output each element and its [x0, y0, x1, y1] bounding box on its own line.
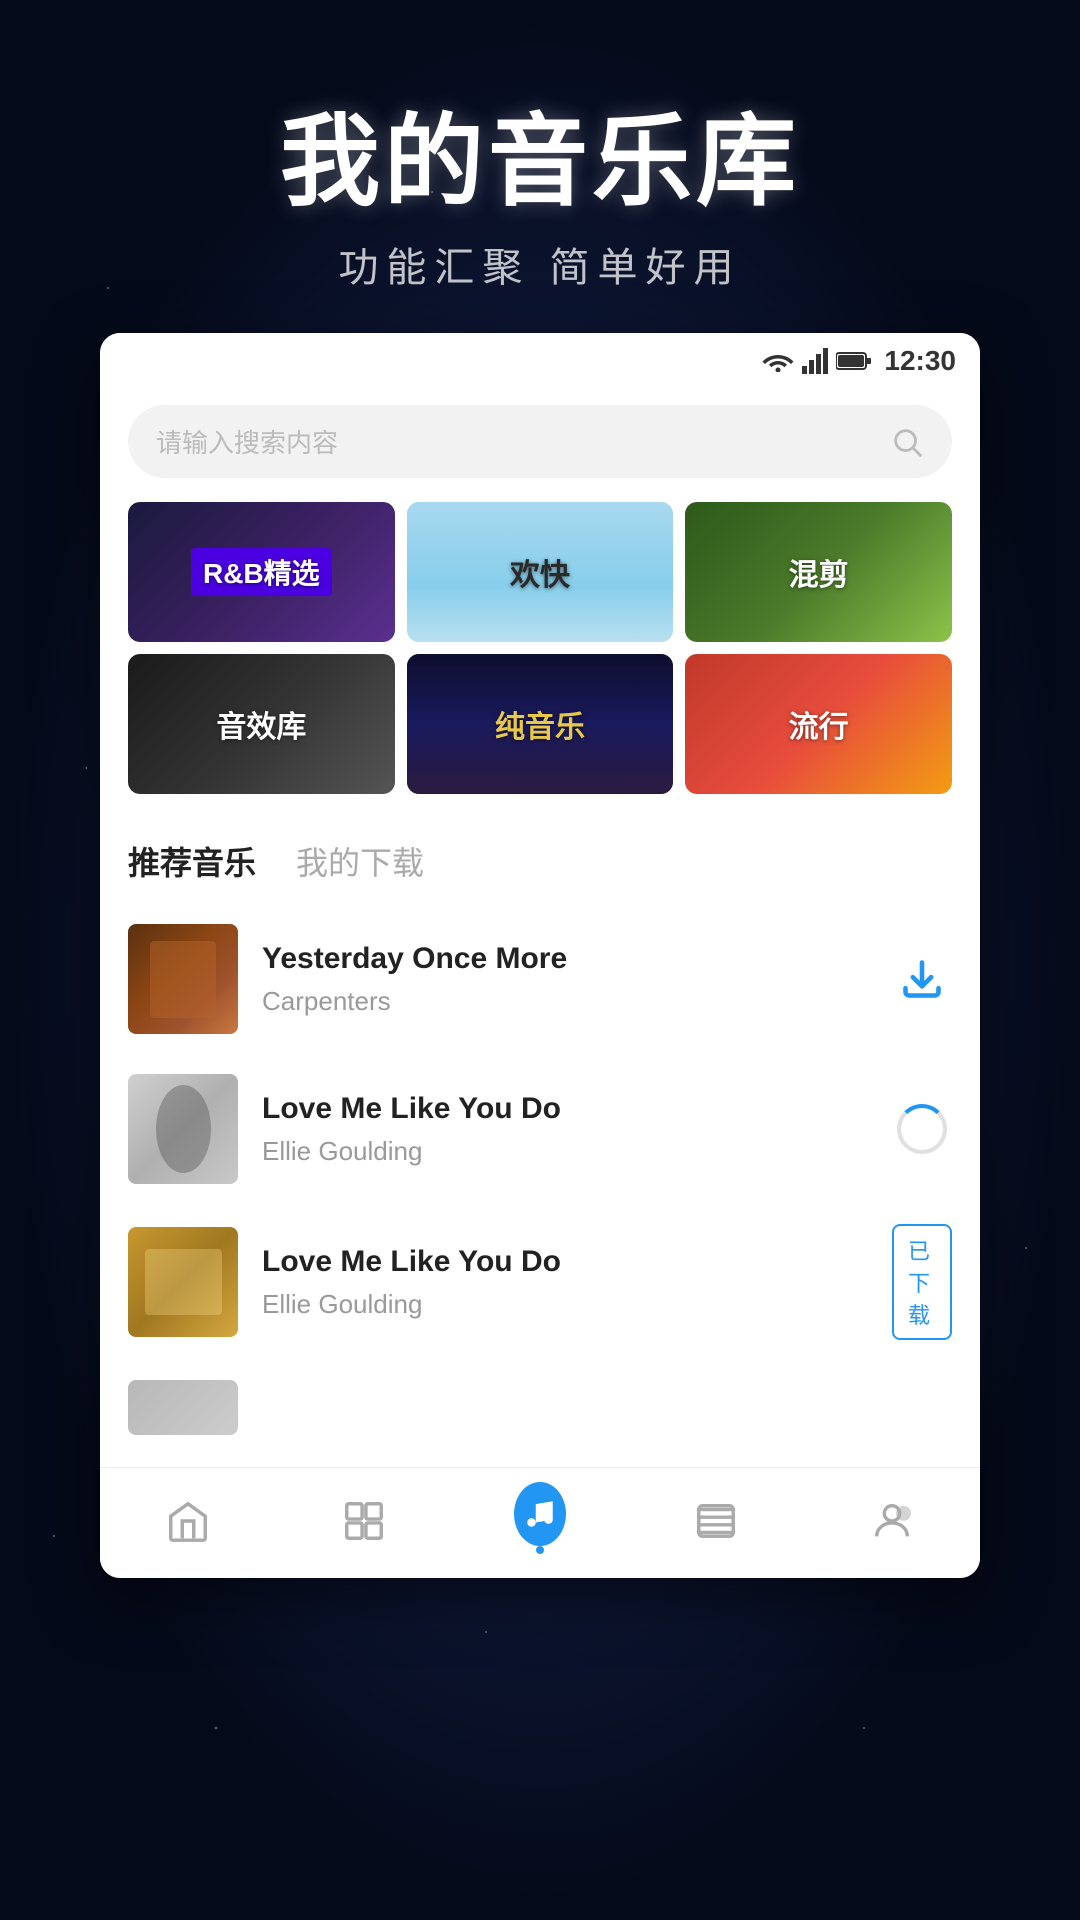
status-time: 12:30 — [884, 345, 956, 377]
search-bar[interactable]: 请输入搜索内容 — [128, 405, 952, 478]
song-artist-1: Carpenters — [262, 986, 868, 1017]
category-label-sound: 音效库 — [128, 654, 395, 794]
status-icons — [762, 348, 872, 374]
tab-download[interactable]: 我的下载 — [296, 838, 424, 892]
category-label-rnb: R&B精选 — [128, 502, 395, 642]
song-item-1[interactable]: Yesterday Once More Carpenters — [100, 904, 980, 1054]
category-item-sound[interactable]: 音效库 — [128, 654, 395, 794]
nav-item-profile[interactable] — [866, 1495, 918, 1547]
category-item-rnb[interactable]: R&B精选 — [128, 502, 395, 642]
tabs-row: 推荐音乐 我的下载 — [100, 822, 980, 892]
category-item-happy[interactable]: 欢快 — [407, 502, 674, 642]
song-title-2: Love Me Like You Do — [262, 1092, 868, 1126]
song-action-1[interactable] — [892, 957, 952, 1001]
category-label-pop: 流行 — [685, 654, 952, 794]
song-artist-2: Ellie Goulding — [262, 1136, 868, 1167]
song-thumb-2 — [128, 1074, 238, 1184]
category-label-happy: 欢快 — [407, 502, 674, 642]
nav-icon-profile — [866, 1495, 918, 1547]
song-info-3: Love Me Like You Do Ellie Goulding — [262, 1245, 868, 1320]
search-icon — [890, 425, 924, 459]
tab-recommend[interactable]: 推荐音乐 — [128, 838, 256, 892]
song-thumb-4-partial — [128, 1380, 238, 1435]
category-grid: R&B精选 欢快 混剪 音效库 纯音乐 — [128, 502, 952, 794]
wifi-icon — [762, 350, 794, 372]
status-bar: 12:30 — [100, 333, 980, 389]
page-header: 我的音乐库 功能汇聚 简单好用 — [0, 0, 1080, 333]
category-label-mix: 混剪 — [685, 502, 952, 642]
song-action-3[interactable]: 已下载 — [892, 1224, 952, 1340]
song-list: Yesterday Once More Carpenters Love Me L… — [100, 892, 980, 1467]
bottom-nav — [100, 1467, 980, 1578]
song-item-4-partial[interactable] — [100, 1360, 980, 1455]
nav-item-home[interactable] — [162, 1495, 214, 1547]
category-label-pure: 纯音乐 — [407, 654, 674, 794]
battery-icon — [836, 351, 872, 371]
signal-icon — [802, 348, 828, 374]
page-subtitle: 功能汇聚 简单好用 — [0, 235, 1080, 293]
song-item-3[interactable]: Love Me Like You Do Ellie Goulding 已下载 — [100, 1204, 980, 1360]
song-artist-3: Ellie Goulding — [262, 1289, 868, 1320]
song-item-2[interactable]: Love Me Like You Do Ellie Goulding — [100, 1054, 980, 1204]
nav-active-dot — [536, 1546, 544, 1554]
nav-icon-list — [690, 1495, 742, 1547]
song-thumb-1 — [128, 924, 238, 1034]
nav-item-list[interactable] — [690, 1495, 742, 1547]
category-item-pure[interactable]: 纯音乐 — [407, 654, 674, 794]
category-item-pop[interactable]: 流行 — [685, 654, 952, 794]
song-thumb-3 — [128, 1227, 238, 1337]
downloaded-badge-3: 已下载 — [892, 1224, 952, 1340]
song-info-1: Yesterday Once More Carpenters — [262, 942, 868, 1017]
download-icon-1 — [900, 957, 944, 1001]
song-info-2: Love Me Like You Do Ellie Goulding — [262, 1092, 868, 1167]
category-item-mix[interactable]: 混剪 — [685, 502, 952, 642]
nav-item-music[interactable] — [514, 1488, 566, 1554]
page-title: 我的音乐库 — [0, 80, 1080, 225]
nav-item-grid[interactable] — [338, 1495, 390, 1547]
loading-spinner-2 — [897, 1104, 947, 1154]
nav-icon-music — [514, 1488, 566, 1540]
search-input[interactable]: 请输入搜索内容 — [156, 423, 878, 460]
nav-icon-home — [162, 1495, 214, 1547]
app-card: 12:30 请输入搜索内容 R&B精选 欢快 混剪 — [100, 333, 980, 1578]
nav-icon-grid — [338, 1495, 390, 1547]
song-title-1: Yesterday Once More — [262, 942, 868, 976]
song-action-2[interactable] — [892, 1104, 952, 1154]
song-title-3: Love Me Like You Do — [262, 1245, 868, 1279]
